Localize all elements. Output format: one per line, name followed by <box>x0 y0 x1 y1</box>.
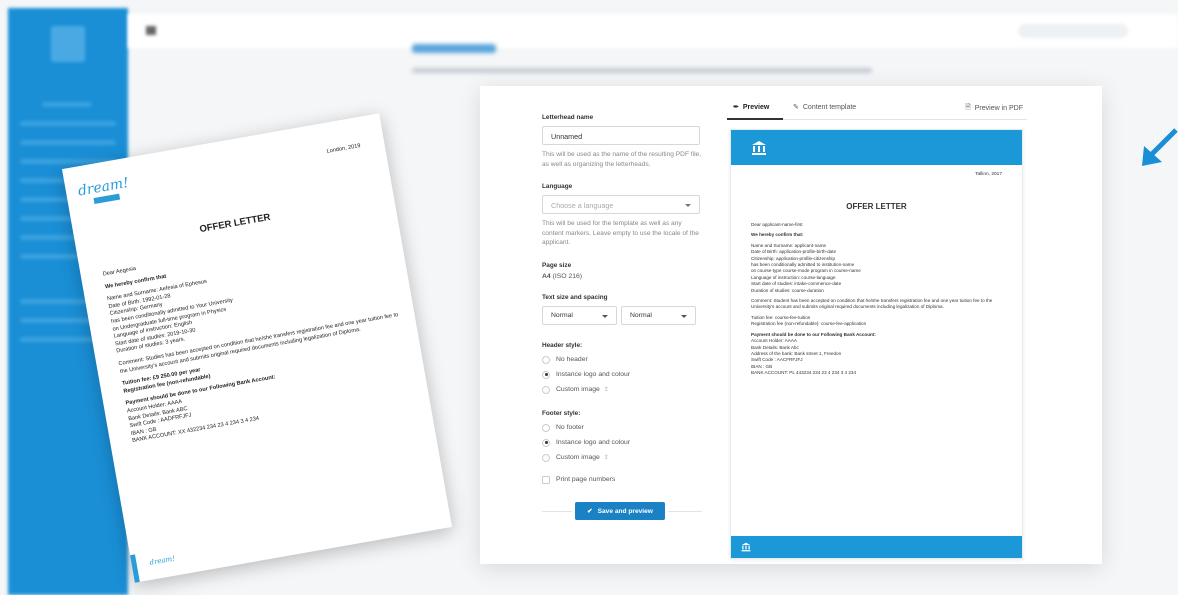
pen-icon: ✒ <box>733 104 739 111</box>
page-size-value: A4 (ISO 216) <box>542 272 583 280</box>
pencil-icon: ✎ <box>793 104 799 111</box>
file-icon: 🗎 <box>965 104 971 111</box>
language-label: Language <box>542 183 573 190</box>
arrow-icon <box>1142 128 1178 166</box>
language-hint: This will be used for the template as we… <box>542 220 699 246</box>
footer-style-label: Footer style: <box>542 409 581 417</box>
upload-icon: ⇪ <box>603 455 609 461</box>
brand-logo: dream! <box>77 175 131 206</box>
preview-tabs: ✒ Preview ✎ Content template 🗎 Preview in P… <box>727 98 1027 120</box>
tab-preview[interactable]: ✒ Preview <box>733 103 769 112</box>
name-label: Letterhead name <box>542 114 594 121</box>
text-size-label: Text size and spacing <box>542 293 608 301</box>
language-select[interactable]: Choose a language <box>542 195 700 214</box>
preview-city: Tallinn, 2017 <box>975 172 1002 177</box>
footer-brand-logo: dream! <box>149 554 176 568</box>
institution-icon <box>752 141 766 155</box>
letterhead-editor: Letterhead name Unnamed This will be use… <box>480 86 1102 564</box>
print-page-numbers-checkbox[interactable]: Print page numbers <box>542 475 702 484</box>
check-icon: ✔ <box>587 508 593 515</box>
page-title <box>412 44 496 53</box>
page-size-label: Page size <box>542 261 572 269</box>
spacing-select[interactable]: Normal <box>621 305 696 325</box>
divider <box>542 511 572 512</box>
preview-footer-bar <box>731 536 1022 558</box>
preview-in-pdf-link[interactable]: 🗎 Preview in PDF <box>965 103 1023 114</box>
name-hint: This will be used as the name of the res… <box>542 151 702 168</box>
app-topbar <box>128 14 1178 48</box>
header-option-custom[interactable]: Custom image ⇪ <box>542 385 702 394</box>
save-and-preview-button[interactable]: ✔ Save and preview <box>575 502 665 520</box>
letterhead-form: Letterhead name Unnamed This will be use… <box>542 114 702 484</box>
text-size-select[interactable]: Normal <box>542 305 617 325</box>
letter-body: Dear Aegesia We hereby confirm that Name… <box>102 265 399 445</box>
name-input[interactable]: Unnamed <box>542 126 700 145</box>
page-subtitle <box>412 68 872 73</box>
tab-content-template[interactable]: ✎ Content template <box>793 103 856 112</box>
header-style-label: Header style: <box>542 341 583 349</box>
preview-header-bar <box>731 130 1022 165</box>
search-input[interactable] <box>1018 24 1128 38</box>
preview-body: Dear applicant-name-first We hereby conf… <box>751 222 993 376</box>
footer-option-instance[interactable]: Instance logo and colour <box>542 438 702 447</box>
footer-option-none[interactable]: No footer <box>542 423 702 432</box>
menu-icon[interactable] <box>146 26 156 35</box>
letter-footer-stripe <box>130 554 140 583</box>
active-tab-indicator <box>727 118 783 120</box>
letter-city: London, 2019 <box>326 143 362 155</box>
letterhead-preview: Tallinn, 2017 OFFER LETTER Dear applican… <box>730 129 1023 559</box>
institution-icon <box>741 542 751 552</box>
upload-icon: ⇪ <box>603 387 609 393</box>
preview-title: OFFER LETTER <box>846 202 907 211</box>
sidebar-logo <box>51 26 85 62</box>
footer-option-custom[interactable]: Custom image ⇪ <box>542 453 702 462</box>
header-option-instance[interactable]: Instance logo and colour <box>542 370 702 379</box>
divider <box>668 511 702 512</box>
header-option-none[interactable]: No header <box>542 355 702 364</box>
